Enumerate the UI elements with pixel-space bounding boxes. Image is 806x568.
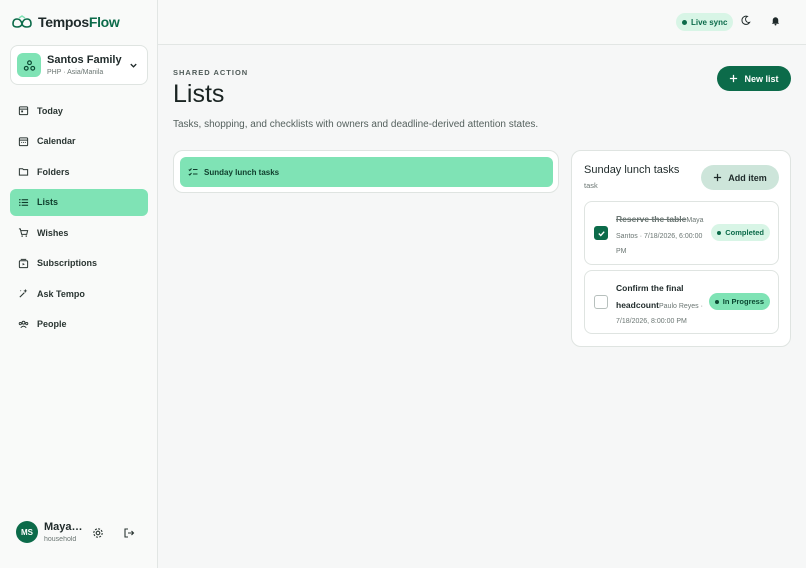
sidebar-item-label: Today xyxy=(37,105,63,116)
sidebar-item-label: Ask Tempo xyxy=(37,288,85,299)
chevron-down-icon xyxy=(130,63,137,68)
sidebar-item-calendar[interactable]: Calendar xyxy=(10,128,148,155)
detail-title: Sunday lunch tasks xyxy=(584,164,680,176)
user-name: Maya Santos xyxy=(44,521,84,533)
sidebar-item-wishes[interactable]: Wishes xyxy=(10,219,148,246)
new-list-label: New list xyxy=(744,73,779,84)
cart-icon xyxy=(18,228,29,237)
list-item[interactable]: Sunday lunch tasks xyxy=(180,157,553,187)
sparkle-icon xyxy=(19,288,28,298)
sidebar-item-people[interactable]: People xyxy=(10,311,148,338)
logout-icon[interactable] xyxy=(123,527,135,539)
task-checkbox[interactable] xyxy=(594,295,608,309)
sidebar-item-label: Subscriptions xyxy=(37,258,98,268)
status-dot xyxy=(717,230,722,235)
household-name: Santos Family xyxy=(47,54,122,66)
people-icon xyxy=(18,320,29,328)
sidebar-item-label: People xyxy=(37,319,67,329)
subscription-icon xyxy=(18,258,29,268)
plus-icon xyxy=(714,173,722,182)
status-badge: In Progress xyxy=(708,293,770,310)
list-icon xyxy=(19,198,29,206)
sidebar-item-folders[interactable]: Folders xyxy=(10,158,148,185)
household-switcher[interactable]: Santos Family PHP · Asia/Manila xyxy=(10,45,148,85)
status-badge: Completed xyxy=(711,224,770,241)
detail-kind: task xyxy=(584,181,598,190)
sidebar-item-label: Folders xyxy=(37,166,70,177)
household-meta: PHP · Asia/Manila xyxy=(47,69,104,76)
list-detail-panel: Sunday lunch tasks task Add item Reserve… xyxy=(571,150,791,347)
gear-icon[interactable] xyxy=(92,527,104,539)
new-list-button[interactable]: New list xyxy=(717,66,791,91)
sidebar-item-ask-tempo[interactable]: Ask Tempo xyxy=(10,280,148,307)
lists-panel: Sunday lunch tasks xyxy=(173,150,559,193)
user-role: household xyxy=(44,536,77,543)
sidebar-nav: Today Calendar Folders Lists Wishes Subs… xyxy=(10,97,148,341)
plus-icon xyxy=(730,74,738,83)
task-body: Confirm the final headcountPaulo Reyes ·… xyxy=(616,281,706,330)
task-checkbox[interactable] xyxy=(594,226,608,240)
add-item-label: Add item xyxy=(728,172,767,183)
top-bar: Live sync xyxy=(158,0,806,45)
app-logo[interactable]: TemposFlow xyxy=(12,14,120,30)
sidebar-item-lists[interactable]: Lists xyxy=(10,188,148,216)
folder-icon xyxy=(18,168,29,176)
avatar[interactable]: MS xyxy=(16,521,38,543)
status-label: In Progress xyxy=(722,297,764,306)
checklist-icon xyxy=(188,168,198,176)
sidebar-item-label: Lists xyxy=(37,197,59,207)
app-name: TemposFlow xyxy=(38,14,120,30)
add-item-button[interactable]: Add item xyxy=(701,165,779,190)
sidebar-item-today[interactable]: Today xyxy=(10,97,148,124)
status-dot xyxy=(714,299,719,304)
status-label: Completed xyxy=(725,228,764,237)
live-sync-label: Live sync xyxy=(691,17,728,27)
task-title: Reserve the table xyxy=(616,214,687,224)
status-dot xyxy=(682,19,687,25)
logo-icon xyxy=(12,15,32,28)
list-item-label: Sunday lunch tasks xyxy=(204,167,280,177)
task-item[interactable]: Confirm the final headcountPaulo Reyes ·… xyxy=(584,270,779,334)
check-icon xyxy=(597,230,605,236)
sidebar: TemposFlow Santos Family PHP · Asia/Mani… xyxy=(0,0,158,568)
sidebar-item-label: Wishes xyxy=(37,227,69,238)
page-title: Lists xyxy=(173,80,225,108)
task-body: Reserve the tableMaya Santos · 7/18/2026… xyxy=(616,212,706,260)
household-icon xyxy=(17,53,41,77)
task-item[interactable]: Reserve the tableMaya Santos · 7/18/2026… xyxy=(584,201,779,265)
sidebar-item-subscriptions[interactable]: Subscriptions xyxy=(10,250,148,277)
user-profile: MS Maya Santos household xyxy=(16,521,84,543)
calendar-icon xyxy=(18,136,29,146)
moon-icon[interactable] xyxy=(740,15,751,26)
calendar-today-icon xyxy=(18,106,29,116)
live-sync-badge: Live sync xyxy=(676,13,734,31)
bell-icon[interactable] xyxy=(770,15,781,26)
sidebar-item-label: Calendar xyxy=(37,136,76,146)
page-eyebrow: SHARED ACTION xyxy=(173,68,249,77)
page-subtitle: Tasks, shopping, and checklists with own… xyxy=(173,119,539,130)
